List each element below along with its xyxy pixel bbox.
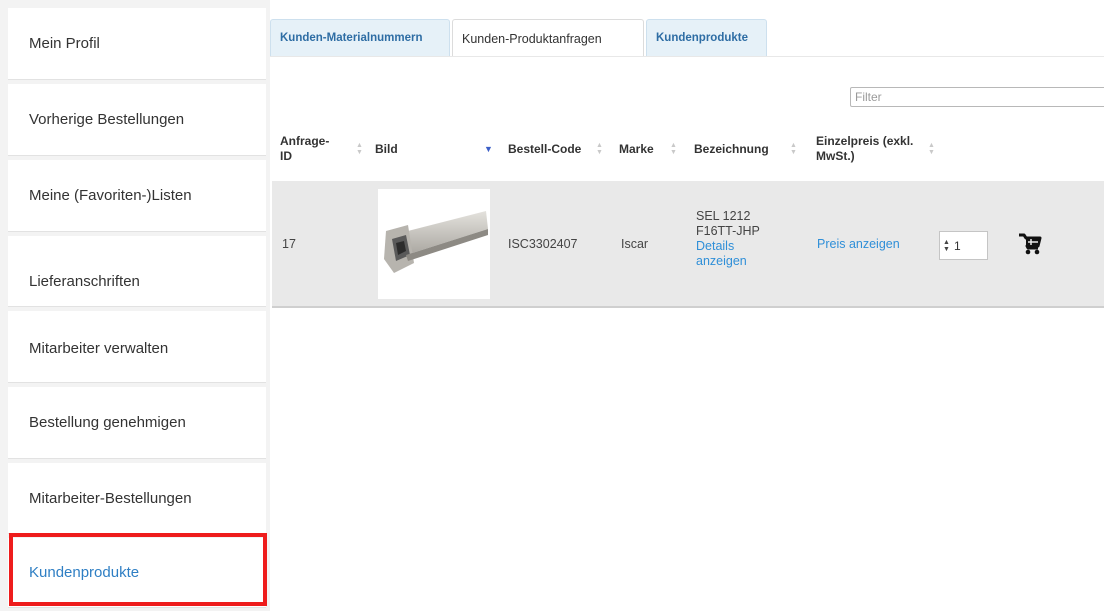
sort-icon[interactable]: ▲ ▼ — [596, 142, 603, 156]
sidebar-item-label: Meine (Favoriten-)Listen — [29, 187, 192, 204]
column-header-bezeichnung[interactable]: Bezeichnung — [694, 120, 784, 178]
tab-label: Kundenprodukte — [656, 32, 748, 44]
table-header: Anfrage- ID ▲ ▼ Bild ▼ Bestell-Code ▲ ▼ Mar… — [270, 120, 1104, 178]
filter-input[interactable] — [850, 87, 1104, 107]
column-header-label: Bestell-Code — [508, 141, 582, 156]
product-description: SEL 1212 F16TT-JHP Details anzeigen — [696, 209, 760, 269]
sort-icon[interactable]: ▲ ▼ — [790, 142, 797, 156]
order-code: ISC3302407 — [508, 237, 578, 251]
sidebar-item-bestellung-genehmigen[interactable]: Bestellung genehmigen — [8, 387, 266, 459]
column-header-bild[interactable]: Bild — [375, 120, 455, 178]
sort-icon[interactable]: ▲ ▼ — [928, 142, 935, 156]
column-header-label: Marke — [619, 141, 654, 156]
sidebar-item-mitarbeiter-verwalten[interactable]: Mitarbeiter verwalten — [8, 311, 266, 383]
sort-icon[interactable]: ▲ ▼ — [356, 142, 363, 156]
spinner-arrows-icon[interactable]: ▲ ▼ — [943, 239, 951, 253]
tab-kundenprodukte[interactable]: Kundenprodukte — [646, 19, 767, 57]
details-link[interactable]: Details anzeigen — [696, 239, 747, 268]
sidebar-item-label: Mein Profil — [29, 35, 100, 52]
sidebar-item-lieferanschriften[interactable]: Lieferanschriften — [8, 236, 266, 307]
sidebar-item-vorherige-bestellungen[interactable]: Vorherige Bestellungen — [8, 84, 266, 156]
column-header-label: Anfrage- ID — [280, 134, 330, 163]
column-header-label: Bezeichnung — [694, 141, 769, 156]
sidebar-item-mein-profil[interactable]: Mein Profil — [8, 8, 266, 80]
tab-bar: Kunden-Materialnummern Kunden-Produktanf… — [270, 19, 769, 57]
column-header-anfrage-id[interactable]: Anfrage- ID — [280, 120, 340, 178]
description-line: F16TT-JHP — [696, 224, 760, 238]
quantity-stepper[interactable]: ▲ ▼ 1 — [939, 231, 988, 260]
account-sidebar: Mein Profil Vorherige Bestellungen Meine… — [0, 0, 270, 611]
cart-icon[interactable] — [1017, 231, 1043, 257]
turning-tool-holder-image[interactable] — [378, 189, 490, 299]
show-price-link[interactable]: Preis anzeigen — [817, 237, 900, 251]
tab-label: Kunden-Materialnummern — [280, 32, 423, 44]
sidebar-item-label: Vorherige Bestellungen — [29, 111, 185, 128]
description-line: SEL 1212 — [696, 209, 751, 223]
column-header-einzelpreis[interactable]: Einzelpreis (exkl. MwSt.) — [816, 120, 931, 178]
sidebar-item-label: Mitarbeiter-Bestellungen — [29, 489, 192, 507]
sidebar-item-label: Lieferanschriften — [29, 272, 140, 290]
sidebar-item-label: Bestellung genehmigen — [29, 414, 186, 431]
column-header-label: Einzelpreis (exkl. MwSt.) — [816, 134, 914, 163]
column-header-bestell-code[interactable]: Bestell-Code — [508, 120, 588, 178]
table-row: 17 ISC3302407 Iscar SEL 1212 F16TT-JHP D… — [272, 181, 1104, 308]
sort-desc-icon[interactable]: ▼ — [484, 142, 493, 156]
tab-divider — [270, 56, 1104, 57]
tab-kunden-materialnummern[interactable]: Kunden-Materialnummern — [270, 19, 450, 57]
column-header-label: Bild — [375, 141, 398, 156]
sidebar-item-mitarbeiter-bestellungen[interactable]: Mitarbeiter-Bestellungen — [8, 463, 266, 534]
tab-label: Kunden-Produktanfragen — [462, 31, 602, 46]
quantity-value: 1 — [954, 238, 961, 253]
sort-icon[interactable]: ▲ ▼ — [670, 142, 677, 156]
brand: Iscar — [621, 237, 649, 251]
main-content: Kunden-Materialnummern Kunden-Produktanf… — [270, 0, 1104, 611]
sidebar-item-label: Mitarbeiter verwalten — [29, 340, 169, 357]
highlight-frame — [9, 533, 267, 606]
tab-kunden-produktanfragen[interactable]: Kunden-Produktanfragen — [452, 19, 644, 57]
column-header-marke[interactable]: Marke — [619, 120, 669, 178]
sidebar-item-favoriten-listen[interactable]: Meine (Favoriten-)Listen — [8, 160, 266, 232]
request-id: 17 — [282, 237, 296, 251]
